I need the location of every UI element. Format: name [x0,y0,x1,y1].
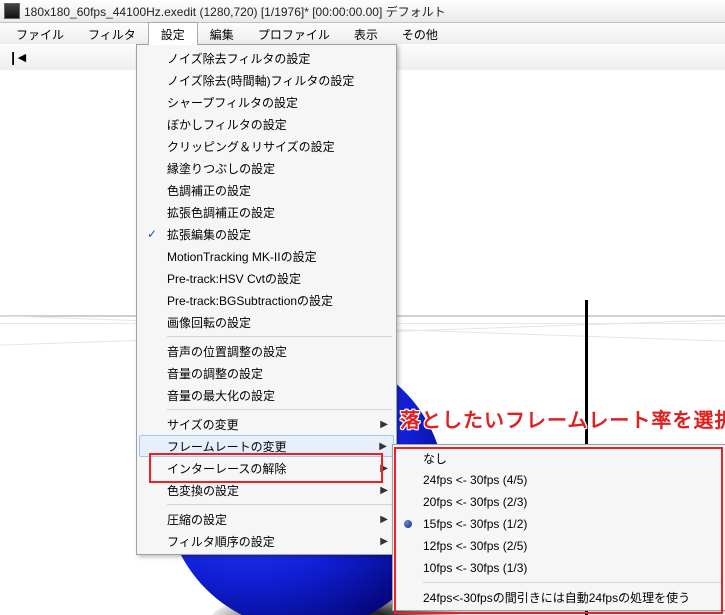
submenu-arrow-icon: ▶ [379,441,387,452]
menu-entry[interactable]: フィルタ順序の設定 ▶ [139,530,394,552]
menu-entry-label: 色変換の設定 [167,482,239,499]
menu-entry[interactable]: 拡張編集の設定 ✓ [139,223,394,245]
menu-entry-label: 拡張色調補正の設定 [167,204,275,221]
menu-entry[interactable]: 色調補正の設定 [139,179,394,201]
rewind-button[interactable]: |◄ [10,48,30,66]
menu-entry[interactable]: 音量の調整の設定 [139,362,394,384]
menu-item-5[interactable]: 表示 [342,23,390,45]
submenu-arrow-icon: ▶ [380,463,388,474]
menu-entry[interactable]: ぼかしフィルタの設定 [139,113,394,135]
menu-entry-label: 音量の最大化の設定 [167,387,275,404]
menu-entry[interactable]: フレームレートの変更 ▶ [139,435,394,457]
check-icon: ✓ [145,227,159,241]
submenu-entry-label: 20fps <- 30fps (2/3) [423,495,527,509]
menu-separator [167,504,392,505]
submenu-entry-label: なし [423,450,447,467]
menu-entry-label: 音声の位置調整の設定 [167,343,287,360]
menu-entry[interactable]: シャープフィルタの設定 [139,91,394,113]
submenu-entry[interactable]: 24fps<-30fpsの間引きには自動24fpsの処理を使う [395,586,725,608]
app-icon [4,3,20,19]
window-title: 180x180_60fps_44100Hz.exedit (1280,720) … [24,3,446,20]
menu-entry-label: クリッピング＆リサイズの設定 [167,138,335,155]
submenu-entry[interactable]: 24fps <- 30fps (4/5) [395,469,725,491]
menu-entry[interactable]: ノイズ除去フィルタの設定 [139,47,394,69]
menu-entry-label: フレームレートの変更 [167,438,287,455]
submenu-entry-label: 12fps <- 30fps (2/5) [423,539,527,553]
menu-entry[interactable]: Pre-track:BGSubtractionの設定 [139,289,394,311]
menu-entry-label: 縁塗りつぶしの設定 [167,160,275,177]
menu-separator [167,336,392,337]
menu-entry-label: 拡張編集の設定 [167,226,251,243]
submenu-arrow-icon: ▶ [380,419,388,430]
menu-entry-label: Pre-track:BGSubtractionの設定 [167,292,333,309]
submenu-entry-label: 24fps<-30fpsの間引きには自動24fpsの処理を使う [423,589,690,606]
menu-entry[interactable]: 音量の最大化の設定 [139,384,394,406]
settings-dropdown: ノイズ除去フィルタの設定ノイズ除去(時間軸)フィルタの設定シャープフィルタの設定… [136,44,397,555]
radio-dot-icon [404,520,412,528]
menu-entry[interactable]: ノイズ除去(時間軸)フィルタの設定 [139,69,394,91]
menu-entry-label: インターレースの解除 [167,460,286,477]
submenu-arrow-icon: ▶ [380,485,388,496]
menu-entry-label: 音量の調整の設定 [167,365,263,382]
menu-separator [423,582,723,583]
submenu-arrow-icon: ▶ [380,514,388,525]
menu-item-0[interactable]: ファイル [4,23,76,45]
menu-entry[interactable]: クリッピング＆リサイズの設定 [139,135,394,157]
menu-entry-label: フィルタ順序の設定 [167,533,275,550]
submenu-entry[interactable]: 10fps <- 30fps (1/3) [395,557,725,579]
menu-entry[interactable]: MotionTracking MK-IIの設定 [139,245,394,267]
window-root: 180x180_60fps_44100Hz.exedit (1280,720) … [0,0,725,615]
menu-entry[interactable]: サイズの変更 ▶ [139,413,394,435]
menu-item-6[interactable]: その他 [390,23,450,45]
submenu-entry-label: 15fps <- 30fps (1/2) [423,517,527,531]
menu-item-2[interactable]: 設定 [148,22,198,45]
menu-entry[interactable]: 画像回転の設定 [139,311,394,333]
menu-entry-label: 画像回転の設定 [167,314,251,331]
menu-entry[interactable]: 色変換の設定 ▶ [139,479,394,501]
menu-item-4[interactable]: プロファイル [246,23,342,45]
menu-entry[interactable]: 拡張色調補正の設定 [139,201,394,223]
menu-entry-label: Pre-track:HSV Cvtの設定 [167,270,301,287]
menu-entry-label: ぼかしフィルタの設定 [167,116,287,133]
menu-entry-label: ノイズ除去(時間軸)フィルタの設定 [167,72,354,89]
submenu-arrow-icon: ▶ [380,536,388,547]
submenu-entry[interactable]: なし [395,447,725,469]
menu-entry[interactable]: 圧縮の設定 ▶ [139,508,394,530]
menu-entry[interactable]: 音声の位置調整の設定 [139,340,394,362]
submenu-entry-label: 24fps <- 30fps (4/5) [423,473,527,487]
menu-entry[interactable]: 縁塗りつぶしの設定 [139,157,394,179]
menu-item-1[interactable]: フィルタ [76,23,148,45]
menu-entry-label: ノイズ除去フィルタの設定 [167,50,310,67]
menu-entry-label: MotionTracking MK-IIの設定 [167,248,317,265]
menu-entry-label: サイズの変更 [167,416,239,433]
submenu-entry[interactable]: 20fps <- 30fps (2/3) [395,491,725,513]
submenu-entry[interactable]: 12fps <- 30fps (2/5) [395,535,725,557]
menu-entry[interactable]: Pre-track:HSV Cvtの設定 [139,267,394,289]
menu-item-3[interactable]: 編集 [198,23,246,45]
menu-entry-label: シャープフィルタの設定 [167,94,298,111]
menu-entry-label: 圧縮の設定 [167,511,227,528]
submenu-entry[interactable]: 15fps <- 30fps (1/2) [395,513,725,535]
title-bar: 180x180_60fps_44100Hz.exedit (1280,720) … [0,0,725,23]
menu-entry[interactable]: インターレースの解除 ▶ [139,457,394,479]
menu-bar: ファイルフィルタ設定編集プロファイル表示その他 [0,23,725,46]
menu-entry-label: 色調補正の設定 [167,182,251,199]
submenu-entry-label: 10fps <- 30fps (1/3) [423,561,527,575]
framerate-submenu: なし 24fps <- 30fps (4/5) 20fps <- 30fps (2/… [392,444,725,611]
menu-separator [167,409,392,410]
